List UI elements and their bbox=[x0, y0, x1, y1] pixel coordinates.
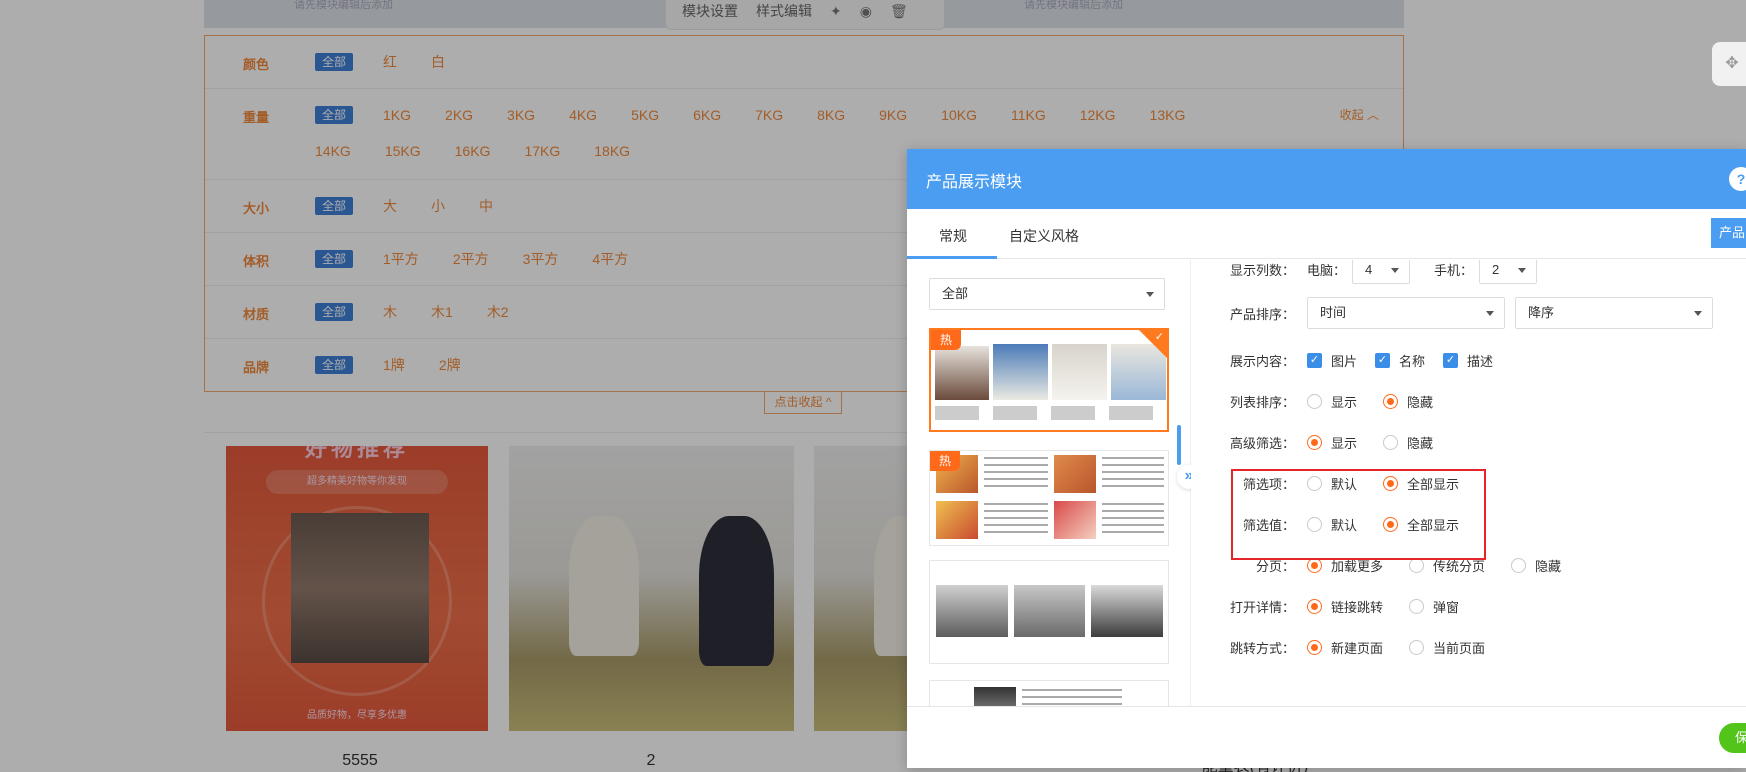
radio-adv-filter-hide[interactable]: 隐藏 bbox=[1383, 433, 1433, 452]
highlight-annotation-box bbox=[1231, 469, 1486, 560]
thumb-caption bbox=[935, 406, 1166, 420]
pc-columns-label: 电脑： bbox=[1307, 262, 1347, 278]
thumb-image bbox=[1054, 455, 1096, 493]
active-tab-indicator bbox=[907, 256, 997, 259]
template-scrollbar[interactable] bbox=[1177, 425, 1181, 465]
thumb-image bbox=[1052, 344, 1107, 400]
radio-open-popup[interactable]: 弹窗 bbox=[1409, 597, 1459, 616]
caret-down-icon bbox=[1518, 268, 1527, 273]
radio-label: 链接跳转 bbox=[1331, 599, 1384, 615]
hot-badge: 热 bbox=[931, 330, 961, 350]
template-category-value: 全部 bbox=[942, 286, 969, 301]
setting-label: 打开详情： bbox=[1229, 599, 1295, 615]
radio-jump-current-page[interactable]: 当前页面 bbox=[1409, 638, 1485, 657]
product-manage-button[interactable]: 产品 bbox=[1711, 218, 1746, 248]
sort-field-value: 时间 bbox=[1320, 305, 1347, 320]
setting-label: 列表排序： bbox=[1229, 394, 1295, 410]
sort-order-value: 降序 bbox=[1528, 305, 1555, 320]
tab-general[interactable]: 常规 bbox=[939, 226, 967, 246]
setting-label: 跳转方式： bbox=[1229, 640, 1295, 656]
template-panel: 全部 热 ✓ 热 bbox=[907, 260, 1191, 706]
radio-label: 隐藏 bbox=[1407, 394, 1434, 410]
radio-label: 当前页面 bbox=[1433, 640, 1486, 656]
dialog-header: 产品展示模块 bbox=[907, 149, 1746, 209]
help-icon[interactable]: ? bbox=[1729, 167, 1746, 191]
template-option-selected[interactable]: 热 ✓ bbox=[929, 328, 1169, 432]
pc-columns-select[interactable]: 4 bbox=[1352, 260, 1411, 284]
dialog-tabs: 常规 自定义风格 bbox=[907, 209, 1746, 259]
thumb-image bbox=[1054, 501, 1096, 539]
radio-label: 新建页面 bbox=[1331, 640, 1384, 656]
caret-down-icon bbox=[1486, 311, 1494, 316]
setting-jump-mode: 跳转方式： 新建页面 当前页面 bbox=[1191, 632, 1511, 662]
checkmark-icon: ✓ bbox=[1443, 352, 1459, 368]
setting-label: 显示列数： bbox=[1229, 262, 1295, 278]
dialog-title: 产品展示模块 bbox=[926, 174, 1023, 191]
radio-jump-new-page[interactable]: 新建页面 bbox=[1307, 638, 1383, 657]
template-option[interactable]: 热 bbox=[929, 450, 1169, 546]
template-category-select[interactable]: 全部 bbox=[929, 278, 1165, 310]
sort-order-select[interactable]: 降序 bbox=[1515, 297, 1713, 329]
thumb-caption bbox=[1102, 457, 1164, 491]
sort-field-select[interactable]: 时间 bbox=[1307, 297, 1505, 329]
caret-down-icon bbox=[1391, 268, 1400, 273]
save-button[interactable]: 保存 bbox=[1719, 723, 1746, 753]
radio-adv-filter-show[interactable]: 显示 bbox=[1307, 433, 1357, 452]
setting-open-detail: 打开详情： 链接跳转 弹窗 bbox=[1191, 591, 1485, 621]
setting-content: 展示内容： ✓ 图片 ✓ 名称 ✓ 描述 bbox=[1191, 345, 1511, 375]
radio-list-sort-hide[interactable]: 隐藏 bbox=[1383, 392, 1433, 411]
checkbox-image[interactable]: ✓ 图片 bbox=[1307, 351, 1357, 370]
template-option[interactable] bbox=[929, 560, 1169, 664]
check-icon: ✓ bbox=[1154, 331, 1164, 343]
thumb-image bbox=[936, 585, 1008, 637]
product-module-dialog: 产品展示模块 ? 常规 自定义风格 产品 全部 热 ✓ 热 » 显示列数： 电脑… bbox=[907, 149, 1746, 768]
thumb-image bbox=[935, 346, 989, 400]
caret-down-icon bbox=[1146, 292, 1154, 297]
mobile-columns-select[interactable]: 2 bbox=[1479, 260, 1538, 284]
checkbox-description[interactable]: ✓ 描述 bbox=[1443, 351, 1493, 370]
radio-label: 隐藏 bbox=[1535, 558, 1562, 574]
setting-sort: 产品排序： 时间 降序 bbox=[1191, 296, 1713, 330]
checkbox-label: 图片 bbox=[1331, 353, 1358, 369]
radio-paging-hide[interactable]: 隐藏 bbox=[1511, 556, 1561, 575]
setting-label: 展示内容： bbox=[1229, 353, 1295, 369]
caret-down-icon bbox=[1694, 311, 1702, 316]
setting-adv-filter: 高级筛选： 显示 隐藏 bbox=[1191, 427, 1459, 457]
radio-list-sort-show[interactable]: 显示 bbox=[1307, 392, 1357, 411]
thumb-image bbox=[1014, 585, 1085, 637]
radio-label: 显示 bbox=[1331, 435, 1358, 451]
thumb-image bbox=[1091, 585, 1163, 637]
radio-label: 显示 bbox=[1331, 394, 1358, 410]
thumb-image bbox=[936, 501, 978, 539]
pc-columns-value: 4 bbox=[1365, 262, 1373, 277]
hot-badge: 热 bbox=[930, 451, 960, 471]
checkbox-label: 名称 bbox=[1399, 353, 1426, 369]
thumb-caption bbox=[984, 457, 1048, 491]
dialog-footer: 保存 bbox=[907, 706, 1746, 768]
mobile-columns-label: 手机： bbox=[1434, 262, 1474, 278]
checkmark-icon: ✓ bbox=[1307, 352, 1322, 368]
setting-label: 高级筛选： bbox=[1229, 435, 1295, 451]
template-option[interactable] bbox=[929, 680, 1169, 706]
thumb-image bbox=[993, 344, 1048, 400]
thumb-caption bbox=[1022, 689, 1122, 706]
move-icon[interactable]: ✥ bbox=[1712, 42, 1746, 86]
mobile-columns-value: 2 bbox=[1492, 262, 1500, 277]
checkmark-icon: ✓ bbox=[1375, 352, 1391, 368]
thumb-image bbox=[974, 687, 1016, 706]
thumb-caption bbox=[984, 503, 1048, 537]
radio-label: 弹窗 bbox=[1433, 599, 1460, 615]
setting-label: 产品排序： bbox=[1229, 306, 1295, 322]
radio-open-link[interactable]: 链接跳转 bbox=[1307, 597, 1383, 616]
setting-columns: 显示列数： 电脑： 4 手机： 2 bbox=[1191, 260, 1538, 284]
checkbox-name[interactable]: ✓ 名称 bbox=[1375, 351, 1425, 370]
radio-label: 隐藏 bbox=[1407, 435, 1434, 451]
setting-list-sort: 列表排序： 显示 隐藏 bbox=[1191, 386, 1459, 416]
checkbox-label: 描述 bbox=[1467, 353, 1494, 369]
tab-custom-style[interactable]: 自定义风格 bbox=[1009, 226, 1079, 246]
thumb-caption bbox=[1102, 503, 1164, 537]
